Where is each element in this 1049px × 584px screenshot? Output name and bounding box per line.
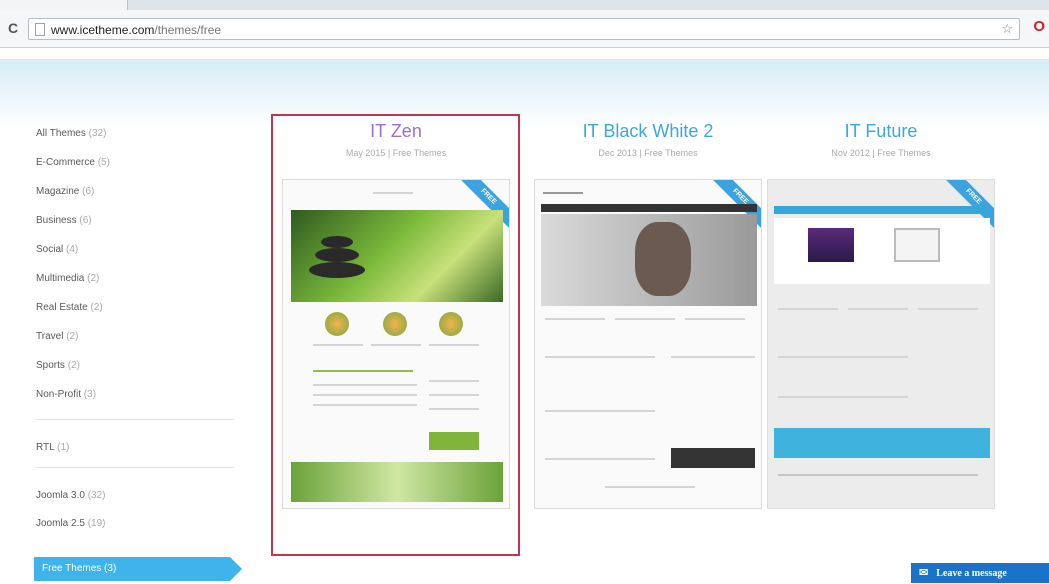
category-social[interactable]: Social (4) <box>36 243 236 272</box>
theme-title[interactable]: IT Future <box>757 121 1005 142</box>
thumb-text <box>778 396 908 398</box>
envelope-icon: ✉ <box>919 567 929 579</box>
category-multimedia[interactable]: Multimedia (2) <box>36 272 236 301</box>
bw-portrait <box>635 222 691 296</box>
thumb-logo <box>543 192 583 194</box>
category-travel[interactable]: Travel (2) <box>36 330 236 359</box>
thumb-block <box>671 448 755 468</box>
thumb-text <box>778 474 978 476</box>
category-e-commerce[interactable]: E-Commerce (5) <box>36 156 236 185</box>
url-text: www.icetheme.com/themes/free <box>51 23 222 37</box>
thumb-banner <box>774 428 990 458</box>
theme-meta: Dec 2013 | Free Themes <box>598 148 698 158</box>
monitor <box>894 228 940 262</box>
thumb-text <box>605 486 695 488</box>
category-all-themes[interactable]: All Themes (32) <box>36 127 236 156</box>
version-joomla-3[interactable]: Joomla 3.0 (32) <box>36 489 106 518</box>
thumb-text <box>671 356 755 358</box>
category-non-profit[interactable]: Non-Profit (3) <box>36 388 236 417</box>
selected-theme-highlight <box>271 114 520 556</box>
opera-icon[interactable]: O <box>1033 18 1045 35</box>
version-joomla-25[interactable]: Joomla 2.5 (19) <box>36 517 106 546</box>
category-sidebar: All Themes (32) E-Commerce (5) Magazine … <box>36 127 236 417</box>
sidebar-divider <box>36 467 234 468</box>
theme-card-it-black-white-2[interactable]: IT Black White 2 Dec 2013 | Free Themes … <box>524 111 772 509</box>
monitor <box>808 228 854 262</box>
thumb-nav <box>541 204 757 212</box>
page-content: All Themes (32) E-Commerce (5) Magazine … <box>0 49 1049 583</box>
theme-thumbnail[interactable]: FREE <box>534 179 762 509</box>
address-bar[interactable]: www.icetheme.com/themes/free ☆ <box>28 18 1020 40</box>
sidebar-divider <box>36 419 234 420</box>
thumb-nav <box>774 206 990 214</box>
free-themes-tab[interactable]: Free Themes (3) <box>34 557 242 581</box>
category-business[interactable]: Business (6) <box>36 214 236 243</box>
thumb-text <box>545 458 655 460</box>
bookmark-star-icon[interactable]: ☆ <box>1001 21 1013 37</box>
theme-meta: Nov 2012 | Free Themes <box>831 148 931 158</box>
thumb-text <box>778 308 838 310</box>
chat-label: Leave a message <box>936 568 1007 579</box>
category-rtl[interactable]: RTL (1) <box>36 441 69 470</box>
thumb-text <box>545 318 605 320</box>
browser-toolbar: C www.icetheme.com/themes/free ☆ O <box>0 10 1049 48</box>
theme-thumbnail[interactable]: FREE <box>767 179 995 509</box>
reload-icon[interactable]: C <box>8 20 18 36</box>
thumb-text <box>545 410 655 412</box>
thumb-text <box>685 318 745 320</box>
leave-message-button[interactable]: ✉ Leave a message <box>911 563 1049 583</box>
theme-title[interactable]: IT Black White 2 <box>524 121 772 142</box>
thumb-text <box>918 308 978 310</box>
page-icon <box>35 23 45 36</box>
theme-card-it-future[interactable]: IT Future Nov 2012 | Free Themes FREE <box>757 111 1005 509</box>
category-real-estate[interactable]: Real Estate (2) <box>36 301 236 330</box>
browser-tab[interactable] <box>0 0 128 10</box>
thumb-text <box>778 356 908 358</box>
thumb-text <box>545 356 655 358</box>
category-sports[interactable]: Sports (2) <box>36 359 236 388</box>
fu-hero-image <box>774 218 990 284</box>
thumb-text <box>615 318 675 320</box>
browser-tab-strip <box>0 0 1049 10</box>
thumb-text <box>848 308 908 310</box>
category-magazine[interactable]: Magazine (6) <box>36 185 236 214</box>
